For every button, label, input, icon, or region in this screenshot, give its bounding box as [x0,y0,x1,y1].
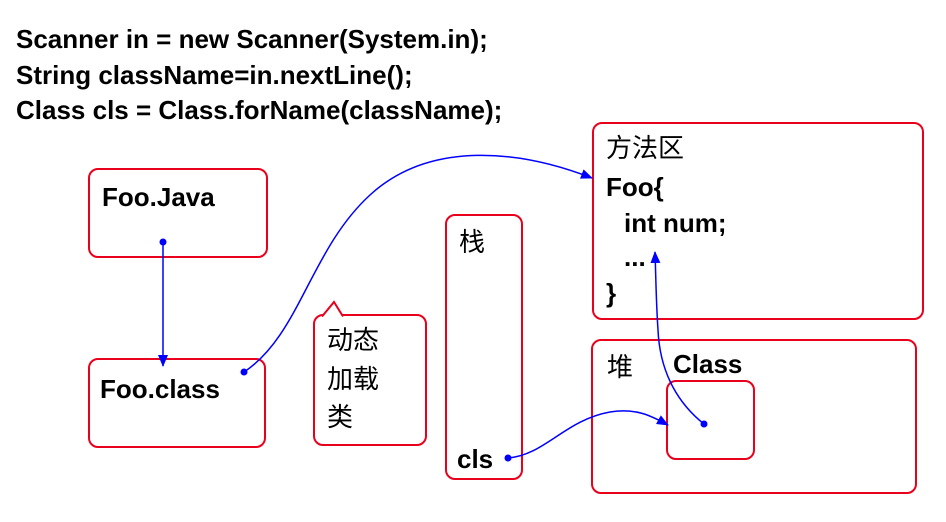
foo-class-label: Foo.class [100,374,220,404]
class-object-box [666,380,755,460]
foo-class-def-open: Foo{ [606,172,664,202]
dynamic-load-callout: 动态 加载 类 [313,314,427,446]
foo-class-def-close: } [606,278,617,308]
callout-line-3: 类 [327,403,354,433]
code-line-2: String className=in.nextLine(); [16,60,413,90]
class-object-label: Class [673,349,743,379]
foo-java-label: Foo.Java [102,182,215,212]
stack-cls-variable: cls [457,444,494,474]
callout-line-1: 动态 [327,326,380,356]
heap-title: 堆 [607,353,634,383]
callout-line-2: 加载 [327,365,380,395]
code-line-3: Class cls = Class.forName(className); [16,95,503,125]
method-area-title: 方法区 [606,134,685,164]
method-area-box: 方法区 Foo{ int num; ... } [592,122,924,320]
foo-java-box: Foo.Java [88,168,268,258]
stack-title: 栈 [459,228,486,258]
code-line-1: Scanner in = new Scanner(System.in); [16,24,488,54]
foo-field-decl: int num; [624,208,727,238]
foo-ellipsis: ... [624,242,646,272]
foo-class-box: Foo.class [88,358,266,448]
stack-box: 栈 cls [445,214,523,480]
